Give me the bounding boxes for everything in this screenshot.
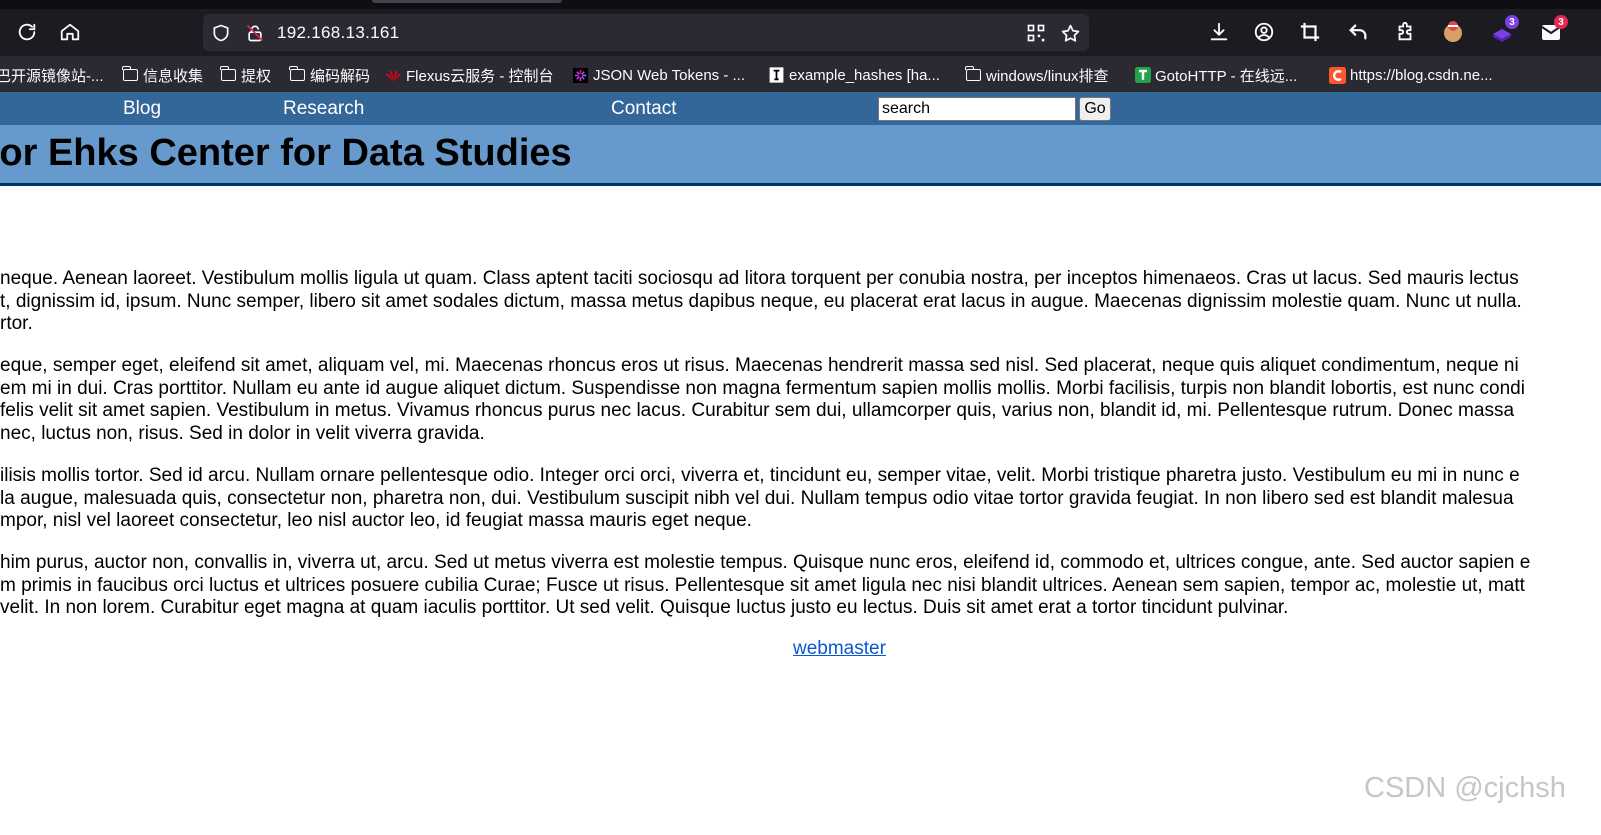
bookmark-item[interactable]: 信息收集 [122,65,203,85]
purple-extension-icon[interactable]: 3 [1488,15,1519,46]
shield-icon[interactable] [210,22,232,44]
extensions-icon[interactable] [1391,18,1419,46]
qr-code-icon[interactable] [1025,22,1047,44]
paragraph-line: him purus, auctor non, convallis in, viv… [0,552,1531,573]
paragraph-line: eque, semper eget, eleifend sit amet, al… [0,355,1519,376]
paragraph-2: eque, semper eget, eleifend sit amet, al… [0,355,1601,445]
paragraph-line: nec, luctus non, risus. Sed in dolor in … [0,422,485,444]
bookmark-item[interactable]: example_hashes [ha... [768,65,940,85]
folder-icon [122,66,139,83]
csdn-icon [1329,66,1346,84]
bookmark-label: windows/linux排查 [986,67,1109,85]
bookmark-item[interactable]: 编码解码 [289,65,370,85]
bookmark-item[interactable]: Flexus云服务 - 控制台 [385,65,554,85]
webmaster-link[interactable]: webmaster [793,638,886,660]
huawei-icon [385,68,402,83]
site-nav: Blog Research Contact Go [0,92,1601,125]
nav-link-contact[interactable]: Contact [611,98,676,120]
undo-icon[interactable] [1344,18,1372,46]
paragraph-line: velit. In non lorem. Curabitur eget magn… [0,597,1289,618]
bookmark-label: 提权 [241,67,272,85]
mail-extension-icon[interactable]: 3 [1537,15,1568,46]
paragraph-line: t, dignissim id, ipsum. Nunc semper, lib… [0,290,1522,312]
bookmark-item[interactable]: 提权 [220,65,271,85]
jwt-icon [572,67,589,83]
purple-extension-badge: 3 [1505,15,1519,29]
csdn-watermark: CSDN @cjchsh [1364,772,1566,804]
nav-link-research[interactable]: Research [283,98,364,120]
paragraph-line: em mi in dui. Cras porttitor. Nullam eu … [0,377,1525,399]
bookmark-item[interactable]: https://blog.csdn.ne... [1329,65,1493,85]
bookmarks-bar: 巴开源镜像站-... 信息收集 提权 编码解码 Flexus云服务 - 控制台 … [0,56,1601,92]
site-header: essor Ehks Center for Data Studies [0,125,1601,186]
url-bar[interactable]: 192.168.13.161 [203,14,1089,51]
insecure-lock-icon[interactable] [244,22,266,44]
bookmark-label: 信息收集 [143,67,204,85]
crop-icon[interactable] [1296,18,1324,46]
download-icon[interactable] [1205,18,1233,46]
gotohttp-icon [1134,67,1151,83]
go-button[interactable]: Go [1079,97,1111,121]
bookmark-label: Flexus云服务 - 控制台 [406,67,554,85]
site-title: essor Ehks Center for Data Studies [0,132,572,174]
mail-extension-badge: 3 [1554,15,1568,29]
url-text[interactable]: 192.168.13.161 [277,23,399,43]
browser-toolbar: 192.168.13.161 3 3 [0,0,1601,56]
paragraph-3: ilisis mollis tortor. Sed id arcu. Nulla… [0,465,1601,533]
paragraph-line: neque. Aenean laoreet. Vestibulum mollis… [0,268,1519,289]
paragraph-line: felis velit sit amet sapien. Vestibulum … [0,400,1515,421]
bookmark-label: example_hashes [ha... [789,66,940,84]
account-icon[interactable] [1250,18,1278,46]
paragraph-line: m primis in faucibus orci luctus et ultr… [0,574,1525,596]
home-icon[interactable] [55,17,85,47]
bookmark-label: JSON Web Tokens - ... [593,66,745,84]
avatar-extension-icon[interactable] [1439,18,1467,46]
bookmark-item[interactable]: windows/linux排查 [965,65,1109,85]
paragraph-line: la augue, malesuada quis, consectetur no… [0,487,1514,509]
paragraph-line: rtor. [0,313,33,334]
bookmark-label: https://blog.csdn.ne... [1350,66,1493,84]
bookmark-label: GotoHTTP - 在线远... [1155,67,1298,85]
bookmark-label: 巴开源镜像站-... [0,67,104,85]
folder-icon [289,66,306,83]
nav-link-blog[interactable]: Blog [123,98,161,120]
paragraph-4: him purus, auctor non, convallis in, viv… [0,552,1601,620]
folder-icon [220,66,237,83]
bookmark-item[interactable]: JSON Web Tokens - ... [572,65,745,85]
bookmark-star-icon[interactable] [1059,22,1081,44]
paragraph-line: mpor, nisl vel laoreet consectetur, leo … [0,510,752,531]
paragraph-line: ilisis mollis tortor. Sed id arcu. Nulla… [0,465,1520,486]
bookmark-item[interactable]: 巴开源镜像站-... [0,65,104,85]
active-tab[interactable] [372,0,562,3]
bookmark-item[interactable]: GotoHTTP - 在线远... [1134,65,1297,85]
folder-icon [965,66,982,83]
hashcat-icon [768,67,785,83]
paragraph-1: neque. Aenean laoreet. Vestibulum mollis… [0,268,1601,336]
bookmark-label: 编码解码 [310,67,371,85]
reload-icon[interactable] [12,17,42,47]
search-input[interactable] [878,97,1076,121]
tab-strip [0,0,1601,9]
